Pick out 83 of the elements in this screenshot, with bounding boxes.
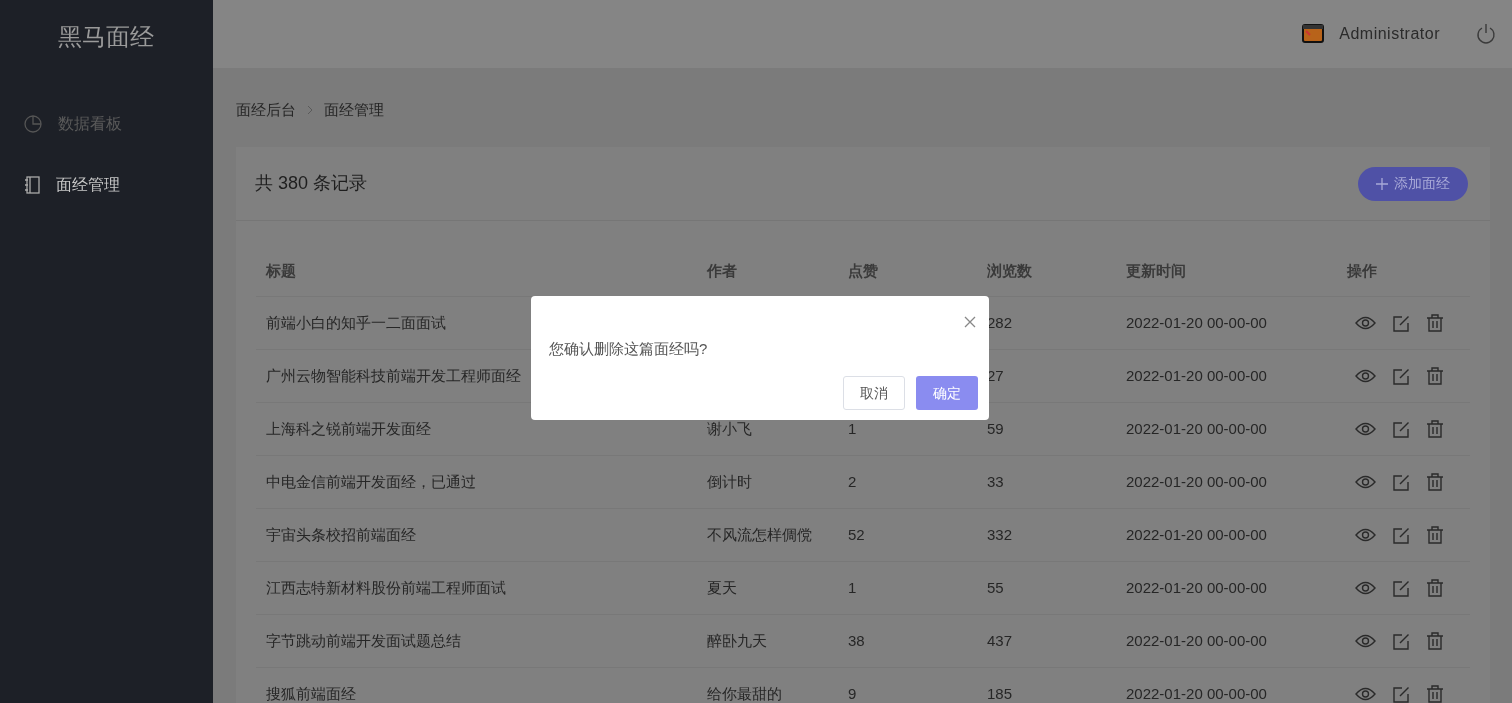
view-icon[interactable] [1355, 316, 1376, 330]
table-cell: 给你最甜的 [707, 685, 782, 702]
table-cell: 52 [848, 526, 865, 543]
confirm-button[interactable]: 确定 [916, 376, 978, 410]
nav-item[interactable]: 数据看板 [58, 111, 122, 136]
table-cell: 2022-01-20 00-00-00 [1126, 579, 1267, 596]
table-cell: 不风流怎样倜傥 [707, 526, 812, 543]
table-cell: 搜狐前端面经 [266, 685, 356, 702]
table-cell: 2022-01-20 00-00-00 [1126, 685, 1267, 702]
user-name[interactable]: Administrator [1339, 22, 1440, 46]
table-cell: 332 [987, 526, 1013, 543]
delete-icon[interactable] [1427, 420, 1443, 438]
table-cell: 广州云物智能科技前端开发工程师面经 [266, 367, 521, 384]
view-icon[interactable] [1355, 475, 1376, 489]
edit-icon[interactable] [1393, 579, 1410, 597]
table-cell: 2022-01-20 00-00-00 [1126, 420, 1267, 437]
table-cell: 1 [848, 420, 857, 437]
table-cell: 2 [848, 473, 857, 490]
table-cell: 夏天 [707, 579, 737, 596]
table-cell: 33 [987, 473, 1004, 490]
table-cell: 437 [987, 632, 1013, 649]
edit-icon[interactable] [1393, 473, 1410, 491]
table-cell: 倒计时 [707, 473, 752, 490]
plus-icon [1376, 177, 1388, 190]
table-cell: 谢小飞 [707, 420, 752, 437]
record-count: 共 380 条记录 [255, 172, 368, 195]
close-icon[interactable] [964, 316, 976, 328]
table-cell: 上海科之锐前端开发面经 [266, 420, 431, 437]
delete-icon[interactable] [1427, 314, 1443, 332]
dialog-message: 您确认删除这篇面经吗? [549, 339, 708, 359]
column-header: 更新时间 [1126, 261, 1186, 279]
view-icon[interactable] [1355, 528, 1376, 542]
delete-icon[interactable] [1427, 685, 1443, 703]
table-cell: 江西志特新材料股份前端工程师面试 [266, 579, 506, 596]
table-cell: 中电金信前端开发面经，已通过 [266, 473, 476, 490]
power-icon[interactable] [1476, 23, 1496, 45]
column-header: 点赞 [848, 261, 878, 279]
view-icon[interactable] [1355, 422, 1376, 436]
table-cell: 59 [987, 420, 1004, 437]
view-icon[interactable] [1355, 687, 1376, 701]
add-button[interactable]: 添加面经 [1358, 166, 1468, 201]
table-cell: 55 [987, 579, 1004, 596]
table-cell: 2022-01-20 00-00-00 [1126, 367, 1267, 384]
logo-text: 黑马面经 [58, 22, 154, 52]
column-header: 浏览数 [987, 261, 1032, 279]
table-cell: 2022-01-20 00-00-00 [1126, 526, 1267, 543]
delete-icon[interactable] [1427, 473, 1443, 491]
edit-icon[interactable] [1393, 526, 1410, 544]
view-icon[interactable] [1355, 369, 1376, 383]
column-header: 作者 [707, 261, 737, 279]
breadcrumb-item: 面经管理 [324, 99, 384, 120]
edit-icon[interactable] [1393, 314, 1410, 332]
nav-item[interactable]: 面经管理 [56, 172, 120, 197]
edit-icon[interactable] [1393, 685, 1410, 703]
table-cell: 185 [987, 685, 1013, 702]
column-header: 操作 [1347, 261, 1377, 279]
table-cell: 9 [848, 685, 857, 702]
table-cell: 醉卧九天 [707, 632, 767, 649]
edit-icon[interactable] [1393, 367, 1410, 385]
chevron-icon [307, 105, 313, 115]
delete-icon[interactable] [1427, 579, 1443, 597]
table-cell: 282 [987, 314, 1013, 331]
cancel-button[interactable]: 取消 [843, 376, 905, 410]
delete-icon[interactable] [1427, 526, 1443, 544]
pie-chart-icon [24, 114, 42, 133]
view-icon[interactable] [1355, 581, 1376, 595]
delete-icon[interactable] [1427, 632, 1443, 650]
table-cell: 38 [848, 632, 865, 649]
edit-icon[interactable] [1393, 420, 1410, 438]
table-cell: 2022-01-20 00-00-00 [1126, 473, 1267, 490]
view-icon[interactable] [1355, 634, 1376, 648]
table-cell: 2022-01-20 00-00-00 [1126, 314, 1267, 331]
delete-icon[interactable] [1427, 367, 1443, 385]
table-cell: 前端小白的知乎一二面面试 [266, 314, 446, 331]
edit-icon[interactable] [1393, 632, 1410, 650]
notebook-icon [24, 175, 40, 194]
table-cell: 宇宙头条校招前端面经 [266, 526, 416, 543]
breadcrumb-item[interactable]: 面经后台 [236, 98, 296, 122]
table-cell: 字节跳动前端开发面试题总结 [266, 632, 461, 649]
column-header: 标题 [266, 261, 296, 279]
table-cell: 2022-01-20 00-00-00 [1126, 632, 1267, 649]
table-cell: 1 [848, 579, 857, 596]
avatar-icon[interactable] [1301, 23, 1326, 45]
